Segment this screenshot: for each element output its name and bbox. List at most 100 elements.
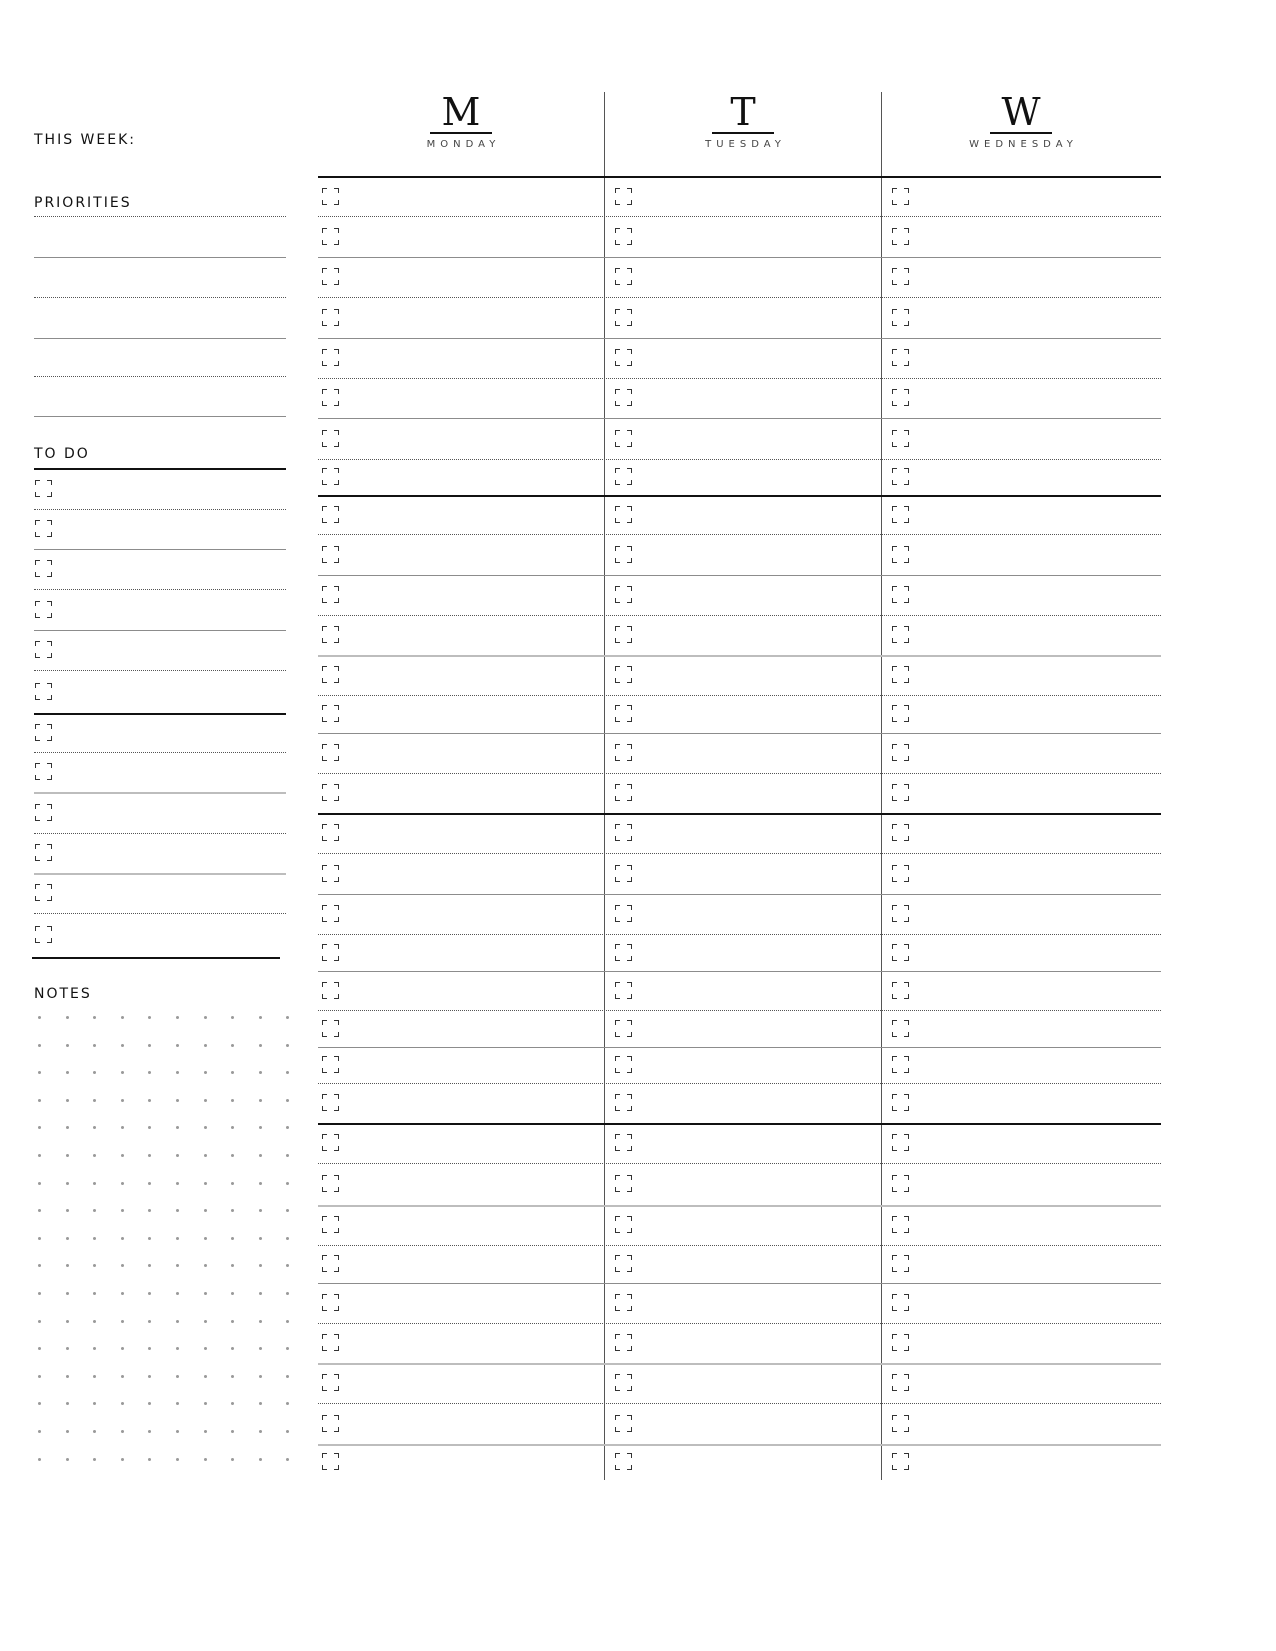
checkbox-icon[interactable]	[322, 1294, 339, 1311]
checkbox-icon[interactable]	[615, 389, 632, 406]
checkbox-icon[interactable]	[892, 1414, 909, 1432]
checkbox-icon[interactable]	[35, 560, 52, 577]
checkbox-icon[interactable]	[892, 666, 909, 683]
checkbox-icon[interactable]	[322, 308, 339, 326]
checkbox-icon[interactable]	[615, 626, 632, 643]
day-slot[interactable]	[605, 773, 881, 813]
day-slot[interactable]	[605, 1083, 881, 1123]
day-slot[interactable]	[882, 1283, 1161, 1323]
checkbox-icon[interactable]	[615, 1453, 632, 1470]
checkbox-icon[interactable]	[322, 1414, 339, 1432]
todo-item[interactable]	[34, 873, 286, 913]
day-slot[interactable]	[882, 297, 1161, 338]
todo-item[interactable]	[34, 509, 286, 549]
day-slot[interactable]	[605, 1323, 881, 1363]
day-slot[interactable]	[882, 1163, 1161, 1205]
day-slot[interactable]	[605, 1444, 881, 1480]
checkbox-icon[interactable]	[615, 1414, 632, 1432]
day-slot[interactable]	[605, 1363, 881, 1403]
checkbox-icon[interactable]	[615, 188, 632, 205]
todo-item[interactable]	[34, 549, 286, 589]
checkbox-icon[interactable]	[615, 429, 632, 447]
day-slot[interactable]	[318, 813, 604, 853]
checkbox-icon[interactable]	[322, 1134, 339, 1151]
checkbox-icon[interactable]	[615, 824, 632, 841]
todo-item[interactable]	[34, 589, 286, 630]
day-slot[interactable]	[605, 1047, 881, 1083]
day-slot[interactable]	[882, 495, 1161, 534]
checkbox-icon[interactable]	[615, 268, 632, 285]
day-slot[interactable]	[882, 459, 1161, 495]
checkbox-icon[interactable]	[892, 227, 909, 245]
day-slot[interactable]	[882, 1123, 1161, 1163]
checkbox-icon[interactable]	[322, 784, 339, 801]
checkbox-icon[interactable]	[615, 308, 632, 326]
priority-line[interactable]	[34, 416, 286, 417]
day-slot[interactable]	[882, 695, 1161, 733]
day-slot[interactable]	[318, 1403, 604, 1444]
checkbox-icon[interactable]	[35, 480, 52, 497]
checkbox-icon[interactable]	[322, 705, 339, 722]
checkbox-icon[interactable]	[892, 468, 909, 485]
checkbox-icon[interactable]	[892, 705, 909, 722]
priority-line[interactable]	[34, 376, 286, 377]
checkbox-icon[interactable]	[615, 545, 632, 563]
day-slot[interactable]	[882, 1403, 1161, 1444]
day-slot[interactable]	[605, 495, 881, 534]
todo-item[interactable]	[34, 913, 286, 957]
day-slot[interactable]	[882, 853, 1161, 894]
day-slot[interactable]	[318, 378, 604, 418]
day-slot[interactable]	[605, 853, 881, 894]
checkbox-icon[interactable]	[35, 723, 52, 741]
day-slot[interactable]	[605, 971, 881, 1010]
day-slot[interactable]	[318, 1047, 604, 1083]
checkbox-icon[interactable]	[892, 586, 909, 603]
checkbox-icon[interactable]	[892, 1255, 909, 1272]
day-slot[interactable]	[882, 773, 1161, 813]
day-slot[interactable]	[605, 216, 881, 257]
checkbox-icon[interactable]	[892, 905, 909, 922]
day-slot[interactable]	[882, 257, 1161, 297]
checkbox-icon[interactable]	[892, 505, 909, 523]
day-slot[interactable]	[882, 615, 1161, 655]
checkbox-icon[interactable]	[615, 227, 632, 245]
checkbox-icon[interactable]	[322, 1175, 339, 1192]
checkbox-icon[interactable]	[615, 468, 632, 485]
checkbox-icon[interactable]	[322, 1094, 339, 1111]
checkbox-icon[interactable]	[322, 981, 339, 999]
todo-item[interactable]	[34, 630, 286, 670]
checkbox-icon[interactable]	[35, 641, 52, 658]
checkbox-icon[interactable]	[35, 884, 52, 901]
checkbox-icon[interactable]	[892, 268, 909, 285]
checkbox-icon[interactable]	[615, 943, 632, 961]
day-slot[interactable]	[605, 418, 881, 459]
day-slot[interactable]	[882, 934, 1161, 971]
checkbox-icon[interactable]	[615, 981, 632, 999]
checkbox-icon[interactable]	[615, 1175, 632, 1192]
todo-item[interactable]	[34, 833, 286, 873]
priority-line[interactable]	[34, 297, 286, 298]
checkbox-icon[interactable]	[615, 705, 632, 722]
checkbox-icon[interactable]	[35, 803, 52, 821]
day-slot[interactable]	[318, 615, 604, 655]
day-slot[interactable]	[318, 534, 604, 575]
day-slot[interactable]	[318, 216, 604, 257]
checkbox-icon[interactable]	[322, 1019, 339, 1037]
checkbox-icon[interactable]	[892, 744, 909, 761]
day-slot[interactable]	[882, 534, 1161, 575]
day-slot[interactable]	[882, 575, 1161, 615]
checkbox-icon[interactable]	[322, 1374, 339, 1391]
checkbox-icon[interactable]	[615, 1334, 632, 1351]
day-slot[interactable]	[318, 773, 604, 813]
checkbox-icon[interactable]	[322, 943, 339, 961]
checkbox-icon[interactable]	[322, 349, 339, 366]
day-slot[interactable]	[882, 1323, 1161, 1363]
checkbox-icon[interactable]	[615, 1374, 632, 1391]
day-slot[interactable]	[318, 575, 604, 615]
day-slot[interactable]	[318, 853, 604, 894]
todo-item[interactable]	[34, 752, 286, 792]
day-slot[interactable]	[605, 733, 881, 773]
checkbox-icon[interactable]	[615, 505, 632, 523]
checkbox-icon[interactable]	[615, 349, 632, 366]
day-slot[interactable]	[605, 338, 881, 378]
